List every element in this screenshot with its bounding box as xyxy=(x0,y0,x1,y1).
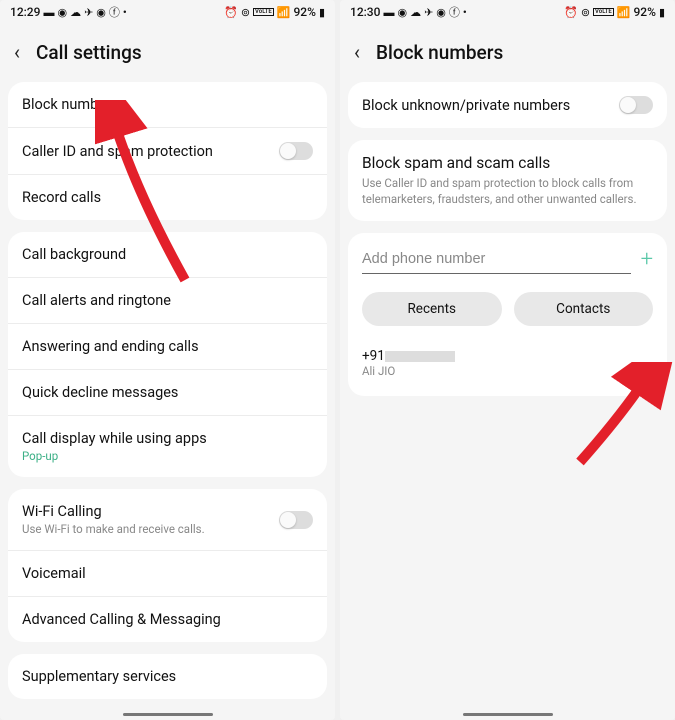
alarm-icon: ⏰ xyxy=(224,6,238,19)
item-voicemail[interactable]: Voicemail xyxy=(8,551,327,597)
item-supplementary[interactable]: Supplementary services xyxy=(8,654,327,699)
alarm-icon: ⏰ xyxy=(564,6,578,19)
item-label: Answering and ending calls xyxy=(22,338,199,355)
page-title: Block numbers xyxy=(376,41,503,64)
card-blocking: Block numbers Caller ID and spam protect… xyxy=(8,82,327,220)
wifi-icon: ⊚ xyxy=(241,6,250,19)
blocked-name: Ali JIO xyxy=(362,364,455,378)
contacts-button[interactable]: Contacts xyxy=(514,292,654,326)
status-left: 12:29 ▬ ◉ ☁ ✈ ◉ ⓕ • xyxy=(10,4,127,20)
card-network: Wi-Fi Calling Use Wi-Fi to make and rece… xyxy=(8,489,327,642)
item-label: Wi-Fi Calling xyxy=(22,503,205,520)
item-sublabel: Use Wi-Fi to make and receive calls. xyxy=(22,522,205,536)
remove-icon[interactable] xyxy=(639,362,653,365)
item-label: Supplementary services xyxy=(22,668,176,685)
status-bar: 12:30 ▬ ◉ ☁ ✈ ◉ ⓕ • ⏰ ⊚ VoLTE 📶 92% ▮ xyxy=(340,0,675,24)
item-sublabel: Pop-up xyxy=(22,449,207,463)
status-time: 12:29 xyxy=(10,5,40,19)
card-add-number: + Recents Contacts +91 Ali JIO xyxy=(348,233,667,396)
signal-icon: 📶 xyxy=(277,6,291,19)
spam-title: Block spam and scam calls xyxy=(362,154,653,172)
phone-left: 12:29 ▬ ◉ ☁ ✈ ◉ ⓕ • ⏰ ⊚ VoLTE 📶 92% ▮ ‹ … xyxy=(0,0,335,720)
facebook-icon: ⓕ xyxy=(449,4,460,20)
item-label: Caller ID and spam protection xyxy=(22,143,213,160)
item-content: Wi-Fi Calling Use Wi-Fi to make and rece… xyxy=(22,503,205,536)
back-icon[interactable]: ‹ xyxy=(354,40,360,64)
item-record-calls[interactable]: Record calls xyxy=(8,175,327,220)
camera-icon: ◉ xyxy=(436,6,446,19)
item-content: Call display while using apps Pop-up xyxy=(22,430,207,463)
telegram-icon: ✈ xyxy=(424,6,433,19)
item-quick-decline[interactable]: Quick decline messages xyxy=(8,370,327,416)
chat-icon: ▬ xyxy=(43,6,54,19)
spam-description: Use Caller ID and spam protection to blo… xyxy=(362,176,653,207)
status-time: 12:30 xyxy=(350,5,380,19)
more-icon: • xyxy=(463,6,467,19)
volte-icon: VoLTE xyxy=(253,8,274,16)
page-header: ‹ Call settings xyxy=(0,24,335,76)
card-block-unknown: Block unknown/private numbers xyxy=(348,82,667,128)
wifi-icon: ⊚ xyxy=(581,6,590,19)
add-icon[interactable]: + xyxy=(641,247,653,272)
battery-icon: ▮ xyxy=(659,6,665,19)
page-header: ‹ Block numbers xyxy=(340,24,675,76)
page-title: Call settings xyxy=(36,41,142,64)
item-label: Call display while using apps xyxy=(22,430,207,447)
toggle-caller-id[interactable] xyxy=(279,142,313,160)
chat-icon: ▬ xyxy=(383,6,394,19)
item-call-alerts[interactable]: Call alerts and ringtone xyxy=(8,278,327,324)
item-advanced-calling[interactable]: Advanced Calling & Messaging xyxy=(8,597,327,642)
input-row: + xyxy=(348,233,667,280)
card-call-options: Call background Call alerts and ringtone… xyxy=(8,232,327,477)
status-right: ⏰ ⊚ VoLTE 📶 92% ▮ xyxy=(224,5,325,19)
toggle-wifi-calling[interactable] xyxy=(279,511,313,529)
signal-icon: 📶 xyxy=(617,6,631,19)
battery-text: 92% xyxy=(633,5,655,19)
status-bar: 12:29 ▬ ◉ ☁ ✈ ◉ ⓕ • ⏰ ⊚ VoLTE 📶 92% ▮ xyxy=(0,0,335,24)
card-supplementary: Supplementary services xyxy=(8,654,327,699)
chips-row: Recents Contacts xyxy=(348,280,667,338)
item-block-numbers[interactable]: Block numbers xyxy=(8,82,327,128)
blocked-info: +91 Ali JIO xyxy=(362,348,455,378)
item-label: Voicemail xyxy=(22,565,86,582)
notif-icon: ◉ xyxy=(397,6,407,19)
blocked-entry: +91 Ali JIO xyxy=(348,338,667,392)
notif-icon: ◉ xyxy=(57,6,67,19)
cloud-icon: ☁ xyxy=(410,6,421,19)
home-indicator[interactable] xyxy=(463,713,553,717)
card-block-spam[interactable]: Block spam and scam calls Use Caller ID … xyxy=(348,140,667,221)
item-answering[interactable]: Answering and ending calls xyxy=(8,324,327,370)
item-block-unknown[interactable]: Block unknown/private numbers xyxy=(348,82,667,128)
more-icon: • xyxy=(123,6,127,19)
battery-icon: ▮ xyxy=(319,6,325,19)
item-label: Block numbers xyxy=(22,96,118,113)
phone-right: 12:30 ▬ ◉ ☁ ✈ ◉ ⓕ • ⏰ ⊚ VoLTE 📶 92% ▮ ‹ … xyxy=(340,0,675,720)
cloud-icon: ☁ xyxy=(70,6,81,19)
telegram-icon: ✈ xyxy=(84,6,93,19)
camera-icon: ◉ xyxy=(96,6,106,19)
phone-number-input[interactable] xyxy=(362,245,631,274)
blocked-number: +91 xyxy=(362,348,455,364)
status-right: ⏰ ⊚ VoLTE 📶 92% ▮ xyxy=(564,5,665,19)
back-icon[interactable]: ‹ xyxy=(14,40,20,64)
toggle-block-unknown[interactable] xyxy=(619,96,653,114)
item-label: Block unknown/private numbers xyxy=(362,97,570,114)
home-indicator[interactable] xyxy=(123,713,213,717)
battery-text: 92% xyxy=(293,5,315,19)
volte-icon: VoLTE xyxy=(593,8,614,16)
item-label: Call alerts and ringtone xyxy=(22,292,171,309)
item-caller-id[interactable]: Caller ID and spam protection xyxy=(8,128,327,175)
recents-button[interactable]: Recents xyxy=(362,292,502,326)
item-call-background[interactable]: Call background xyxy=(8,232,327,278)
masked-digits xyxy=(385,351,455,362)
item-call-display[interactable]: Call display while using apps Pop-up xyxy=(8,416,327,477)
status-left: 12:30 ▬ ◉ ☁ ✈ ◉ ⓕ • xyxy=(350,4,467,20)
item-label: Call background xyxy=(22,246,126,263)
facebook-icon: ⓕ xyxy=(109,4,120,20)
item-label: Advanced Calling & Messaging xyxy=(22,611,221,628)
item-wifi-calling[interactable]: Wi-Fi Calling Use Wi-Fi to make and rece… xyxy=(8,489,327,551)
item-label: Record calls xyxy=(22,189,101,206)
item-label: Quick decline messages xyxy=(22,384,178,401)
